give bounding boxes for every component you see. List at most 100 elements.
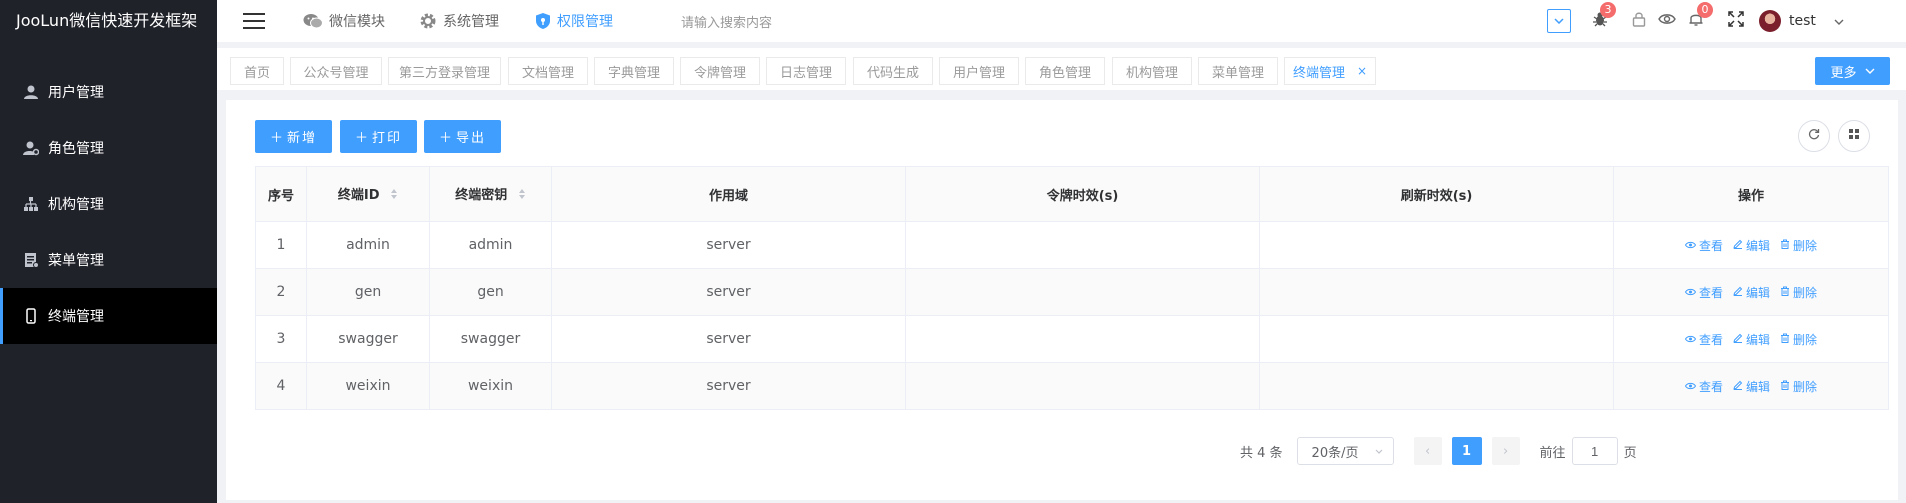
tab-menu[interactable]: 菜单管理 — [1198, 57, 1278, 85]
search-input[interactable] — [681, 10, 881, 34]
refresh-icon — [1808, 128, 1820, 144]
eye-button[interactable] — [1654, 0, 1680, 42]
action-label: 查看 — [1698, 332, 1723, 347]
tab-token[interactable]: 令牌管理 — [680, 57, 760, 85]
sidebar-item-role[interactable]: 角色管理 — [0, 120, 217, 176]
delete-button[interactable]: 删除 — [1780, 378, 1817, 395]
export-button[interactable]: ＋ 导出 — [424, 120, 501, 153]
sidebar-item-user[interactable]: 用户管理 — [0, 64, 217, 120]
edit-button[interactable]: 编辑 — [1733, 331, 1770, 348]
add-button[interactable]: ＋ 新增 — [255, 120, 332, 153]
trash-icon — [1780, 238, 1790, 252]
sidebar: JooLun微信快速开发框架 用户管理 角色管理 机构管理 菜单管理 终端管理 — [0, 0, 217, 503]
tab-label: 终端管理 — [1292, 65, 1345, 81]
delete-button[interactable]: 删除 — [1780, 237, 1817, 254]
tab-log[interactable]: 日志管理 — [766, 57, 846, 85]
sidebar-item-label: 角色管理 — [48, 141, 104, 157]
menu-icon — [22, 251, 40, 269]
view-button[interactable]: 查看 — [1684, 331, 1723, 348]
fullscreen-button[interactable] — [1724, 0, 1748, 42]
nav-permission[interactable]: 权限管理 — [535, 0, 613, 42]
lock-button[interactable] — [1627, 0, 1651, 42]
tab-official-account[interactable]: 公众号管理 — [290, 57, 382, 85]
tab-dictionary[interactable]: 字典管理 — [594, 57, 674, 85]
next-page-button[interactable]: › — [1491, 437, 1520, 465]
trash-icon — [1780, 379, 1790, 393]
table-header-row: 序号 终端ID 终端密钥 作用域 令牌时效(s) 刷新时效(s) 操作 — [255, 166, 1889, 222]
edit-icon — [1733, 332, 1743, 346]
goto-page-input[interactable] — [1571, 437, 1618, 465]
notification-button[interactable]: 0 — [1683, 0, 1713, 42]
table-cell — [905, 221, 1260, 269]
table-cell: 4 — [255, 362, 307, 410]
action-label: 编辑 — [1745, 238, 1770, 253]
table-cell — [905, 362, 1260, 410]
page-number-current[interactable]: 1 — [1451, 437, 1482, 465]
table-cell: server — [551, 268, 906, 316]
tab-document[interactable]: 文档管理 — [508, 57, 588, 85]
top-header: 微信模块 系统管理 权限管理 3 0 — [217, 0, 1906, 42]
sidebar-item-org[interactable]: 机构管理 — [0, 176, 217, 232]
sort-icon[interactable] — [518, 188, 526, 204]
gear-icon — [419, 12, 437, 30]
menu-toggle-icon[interactable] — [243, 13, 265, 29]
view-button[interactable]: 查看 — [1684, 237, 1723, 254]
print-button[interactable]: ＋ 打印 — [340, 120, 417, 153]
edit-button[interactable]: 编辑 — [1733, 378, 1770, 395]
action-label: 编辑 — [1745, 332, 1770, 347]
tab-user[interactable]: 用户管理 — [939, 57, 1019, 85]
sidebar-item-menu[interactable]: 菜单管理 — [0, 232, 217, 288]
table-cell: admin — [306, 221, 430, 269]
edit-button[interactable]: 编辑 — [1733, 237, 1770, 254]
action-label: 查看 — [1698, 285, 1723, 300]
sidebar-item-terminal[interactable]: 终端管理 — [0, 288, 217, 344]
page-size-select[interactable]: 20条/页 — [1296, 437, 1394, 465]
bug-button[interactable]: 3 — [1587, 0, 1616, 42]
nav-system[interactable]: 系统管理 — [419, 0, 499, 42]
tab-third-party-login[interactable]: 第三方登录管理 — [388, 57, 501, 85]
goto-label: 前往 — [1539, 445, 1566, 461]
table-cell — [905, 315, 1260, 363]
table-cell: swagger — [306, 315, 430, 363]
edit-button[interactable]: 编辑 — [1733, 284, 1770, 301]
column-header: 作用域 — [551, 166, 906, 222]
tab-terminal[interactable]: 终端管理 × — [1284, 57, 1376, 85]
columns-button[interactable] — [1838, 120, 1870, 152]
tab-code-gen[interactable]: 代码生成 — [853, 57, 933, 85]
table-row: 2 gen gen server 查看 编辑 删除 — [255, 268, 1889, 316]
more-tabs-button[interactable]: 更多 — [1815, 57, 1890, 85]
sidebar-menu: 用户管理 角色管理 机构管理 菜单管理 终端管理 — [0, 64, 217, 344]
user-dropdown[interactable]: test — [1759, 0, 1844, 42]
refresh-button[interactable] — [1798, 120, 1830, 152]
wechat-icon — [303, 13, 323, 29]
sidebar-item-label: 菜单管理 — [48, 253, 104, 269]
table-cell — [1259, 315, 1614, 363]
action-label: 查看 — [1698, 379, 1723, 394]
tab-role[interactable]: 角色管理 — [1025, 57, 1105, 85]
view-button[interactable]: 查看 — [1684, 378, 1723, 395]
nav-wechat[interactable]: 微信模块 — [303, 0, 385, 42]
table-cell: 2 — [255, 268, 307, 316]
tab-home[interactable]: 首页 — [230, 57, 284, 85]
delete-button[interactable]: 删除 — [1780, 284, 1817, 301]
column-header-label: 终端密钥 — [455, 188, 508, 204]
delete-button[interactable]: 删除 — [1780, 331, 1817, 348]
close-icon[interactable]: × — [1357, 64, 1367, 78]
plus-icon: ＋ — [269, 131, 285, 146]
mobile-icon — [22, 307, 40, 325]
view-button[interactable]: 查看 — [1684, 284, 1723, 301]
table-cell: 1 — [255, 221, 307, 269]
table-cell — [905, 268, 1260, 316]
column-header-sortable[interactable]: 终端密钥 — [429, 166, 552, 222]
table-cell: 3 — [255, 315, 307, 363]
prev-page-button[interactable]: ‹ — [1413, 437, 1442, 465]
eye-icon — [1684, 379, 1697, 393]
tab-org[interactable]: 机构管理 — [1112, 57, 1192, 85]
edit-icon — [1733, 285, 1743, 299]
sort-icon[interactable] — [390, 188, 398, 204]
more-label: 更多 — [1830, 65, 1857, 81]
role-icon — [22, 139, 40, 157]
column-header-sortable[interactable]: 终端ID — [306, 166, 430, 222]
theme-select[interactable] — [1544, 0, 1574, 42]
nav-label: 微信模块 — [329, 14, 385, 30]
